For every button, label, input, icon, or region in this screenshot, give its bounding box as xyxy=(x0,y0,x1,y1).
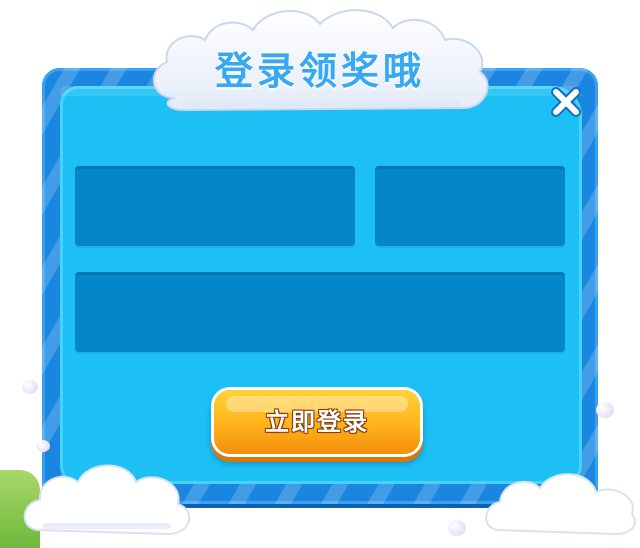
phone-field-container xyxy=(75,166,355,246)
password-input[interactable] xyxy=(75,272,565,352)
decor-bubble xyxy=(448,520,466,536)
password-field-container xyxy=(75,272,565,352)
code-field-container xyxy=(375,166,565,246)
login-button-label: 立即登录 xyxy=(265,408,369,436)
decor-bubble xyxy=(36,440,50,452)
bottom-right-cloud xyxy=(485,473,636,536)
login-reward-dialog-scene: 登录领奖哦 立即登录 xyxy=(0,0,640,548)
decor-bubble xyxy=(22,380,38,394)
login-now-button[interactable]: 立即登录 xyxy=(214,390,420,454)
verification-code-input[interactable] xyxy=(375,166,565,246)
phone-input[interactable] xyxy=(75,166,355,246)
decor-bubble xyxy=(596,402,614,418)
close-x-icon[interactable] xyxy=(546,82,586,122)
dialog-title: 登录领奖哦 xyxy=(214,49,425,93)
